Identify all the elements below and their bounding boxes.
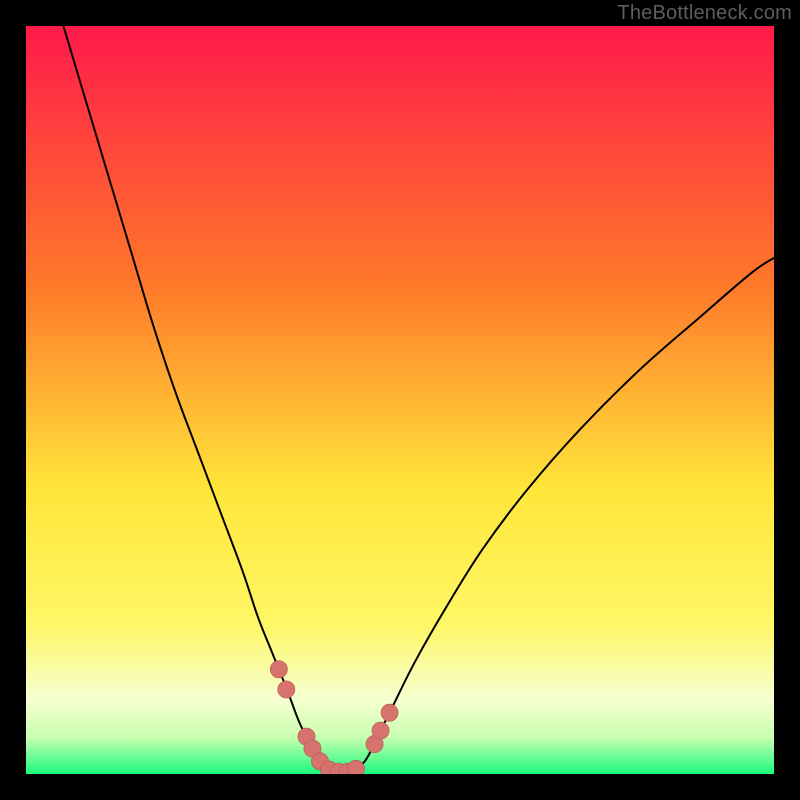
valley-marker <box>270 661 287 678</box>
chart-frame: TheBottleneck.com <box>0 0 800 800</box>
plot-area <box>26 26 774 774</box>
valley-marker <box>278 681 295 698</box>
valley-marker <box>372 722 389 739</box>
valley-markers <box>26 26 774 774</box>
valley-marker <box>381 704 398 721</box>
watermark-text: TheBottleneck.com <box>617 2 792 25</box>
valley-marker <box>347 760 364 774</box>
